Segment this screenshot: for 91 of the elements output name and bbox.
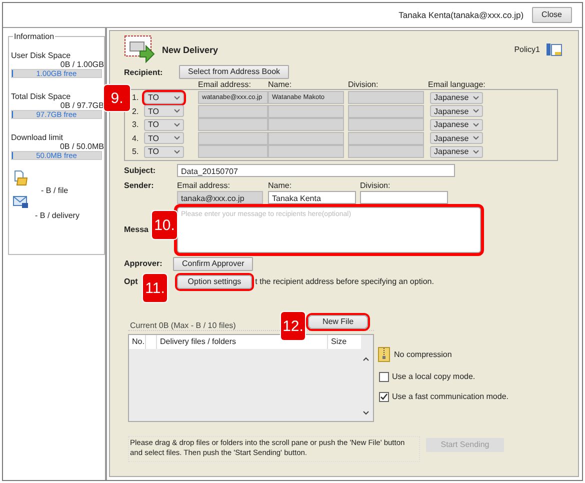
division-field[interactable]: [360, 191, 448, 204]
division-field[interactable]: [348, 132, 424, 145]
column-header: Email address:: [198, 80, 252, 89]
policy-icon: [546, 42, 562, 56]
callout-badge: 10.: [152, 211, 177, 239]
checkbox-label: Use a local copy mode.: [392, 372, 476, 381]
delivery-icon: [124, 34, 156, 64]
limit-text: - B / file: [41, 186, 70, 195]
language-select[interactable]: Japanese: [430, 118, 483, 131]
division-field[interactable]: [348, 91, 424, 104]
caret-icon: [174, 136, 180, 140]
subject-field[interactable]: Data_20150707: [177, 164, 455, 177]
name-field[interactable]: [268, 104, 344, 118]
column-header: Email address:: [177, 180, 231, 190]
checkbox-label: Use a fast communication mode.: [392, 392, 508, 401]
caret-icon: [174, 122, 180, 127]
email-field[interactable]: tanaka@xxx.co.jp: [177, 191, 263, 204]
close-button[interactable]: Close: [532, 7, 572, 23]
scroll-down-icon[interactable]: [363, 410, 369, 414]
row-number: 2.: [131, 106, 140, 116]
checkbox[interactable]: [379, 372, 389, 382]
division-field[interactable]: [348, 104, 424, 118]
type-select[interactable]: TO: [144, 146, 184, 158]
meter-reading: 0B / 50.0MB: [60, 142, 104, 151]
envelope-icon: [13, 195, 29, 209]
options-label: Opt: [124, 277, 138, 286]
approver-label: Approver:: [124, 259, 164, 268]
caret-icon: [473, 109, 479, 114]
email-field[interactable]: [198, 145, 268, 158]
caret-icon: [174, 109, 180, 114]
confirm-approver-button[interactable]: Confirm Approver: [173, 256, 254, 270]
caret-icon: [174, 150, 180, 154]
meter-label: User Disk Space: [11, 51, 72, 60]
compression-label: No compression: [394, 350, 452, 358]
name-field[interactable]: [268, 132, 344, 145]
callout-badge: 12.: [281, 312, 305, 340]
language-select[interactable]: Japanese: [430, 132, 483, 144]
email-field[interactable]: [198, 118, 268, 132]
type-select[interactable]: TO: [144, 118, 184, 131]
email-field[interactable]: [198, 132, 268, 145]
column-header: Name:: [268, 180, 293, 190]
meter-label: Total Disk Space: [11, 92, 72, 101]
meter-reading: 0B / 97.7GB: [60, 101, 104, 110]
user-name: Tanaka Kenta(tanaka@xxx.co.jp): [398, 10, 524, 20]
column-header: Division:: [360, 180, 390, 190]
callout-badge: 11.: [143, 274, 167, 302]
policy-label: Policy1: [514, 45, 540, 54]
division-field[interactable]: [348, 118, 424, 132]
checkbox[interactable]: [379, 392, 389, 402]
language-select[interactable]: Japanese: [430, 146, 483, 158]
caret-icon: [473, 150, 479, 154]
subject-label: Subject:: [124, 166, 157, 175]
language-select[interactable]: Japanese: [430, 92, 483, 104]
meter-reading: 0B / 1.00GB: [60, 60, 104, 69]
new-file-button[interactable]: New File: [308, 314, 368, 328]
name-field[interactable]: [268, 145, 344, 158]
meter-label: Download limit: [11, 133, 64, 142]
name-field[interactable]: [268, 118, 344, 132]
row-number: 1.: [131, 93, 140, 102]
zip-icon: [378, 346, 390, 362]
callout-badge: 9.: [104, 85, 130, 111]
limit-text: - B / delivery: [35, 211, 80, 220]
address-book-button[interactable]: Select from Address Book: [179, 65, 290, 79]
type-select[interactable]: TO: [144, 132, 184, 144]
caret-icon: [174, 96, 180, 100]
sender-label: Sender:: [124, 180, 155, 190]
scroll-up-icon[interactable]: [363, 356, 369, 360]
row-number: 3.: [131, 120, 140, 130]
language-select[interactable]: Japanese: [430, 105, 483, 118]
column-header: Name:: [268, 80, 293, 89]
option-settings-button[interactable]: Option settings: [176, 274, 252, 288]
option-note: t the recipient address before specifying an option.: [255, 277, 434, 286]
email-field[interactable]: [198, 104, 268, 118]
caret-icon: [473, 136, 479, 140]
panel-title: Information: [13, 32, 56, 41]
column-header: Division:: [348, 80, 380, 89]
caret-icon: [473, 96, 479, 100]
type-select[interactable]: TO: [144, 105, 184, 118]
file-summary: Current 0B (Max - B / 10 files): [130, 320, 236, 330]
column-header: Size: [330, 336, 348, 348]
row-number: 5.: [131, 147, 140, 156]
type-select[interactable]: TO: [144, 92, 184, 104]
folder-icon: [13, 170, 29, 186]
page-title: New Delivery: [162, 44, 218, 54]
recipient-label: Recipient:: [124, 68, 164, 76]
column-header: Email language:: [428, 80, 483, 89]
row-number: 4.: [131, 134, 140, 143]
division-field[interactable]: [348, 145, 424, 158]
caret-icon: [473, 122, 479, 127]
column-header: No.: [129, 334, 146, 348]
name-field[interactable]: Tanaka Kenta: [268, 191, 356, 204]
